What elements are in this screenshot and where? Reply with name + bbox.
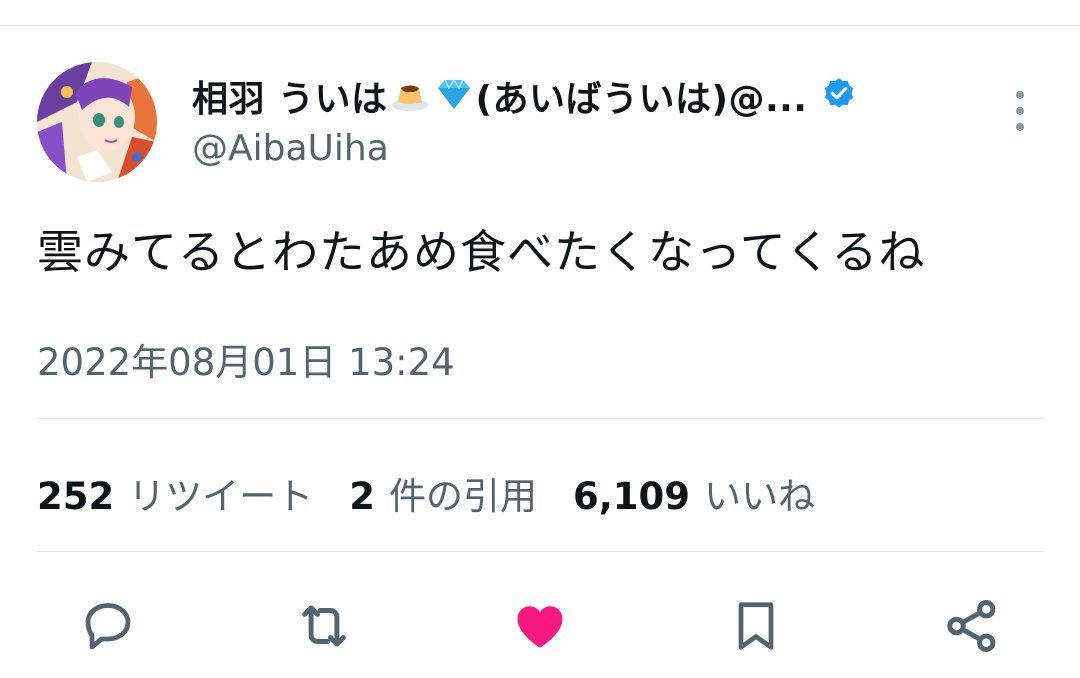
retweet-icon: [302, 605, 346, 647]
pudding-emoji: [390, 74, 430, 118]
likes-stat[interactable]: 6,109 いいね: [573, 466, 815, 520]
reply-button[interactable]: [76, 594, 140, 658]
more-options-icon[interactable]: [1008, 89, 1032, 133]
author-handle[interactable]: @AibaUiha: [192, 128, 389, 169]
retweets-label: リツイート: [128, 475, 314, 518]
tweet-timestamp[interactable]: 2022年08月01日 13:24: [37, 332, 455, 386]
like-icon: [517, 606, 563, 648]
display-name-row[interactable]: 相羽 ういは (あいばういは)@...: [192, 70, 857, 122]
share-icon: [947, 600, 996, 652]
retweets-count: 252: [37, 475, 115, 518]
quotes-label: 件の引用: [388, 475, 537, 518]
likes-count: 6,109: [572, 475, 691, 518]
display-name-suffix: (あいばういは)@...: [475, 79, 808, 120]
reply-icon: [85, 603, 131, 650]
bookmark-button[interactable]: [724, 594, 788, 658]
divider: [37, 418, 1044, 419]
display-name-prefix: 相羽 ういは: [192, 79, 388, 120]
bookmark-icon: [738, 602, 774, 650]
share-button[interactable]: [940, 594, 1004, 658]
likes-label: いいね: [704, 475, 816, 518]
avatar[interactable]: [37, 62, 157, 182]
retweets-stat[interactable]: 252 リツイート: [37, 466, 313, 520]
avatar-image: [37, 62, 157, 182]
quotes-count: 2: [349, 475, 375, 518]
retweet-button[interactable]: [292, 594, 356, 658]
tweet-text: 雲みてるとわたあめ食べたくなってくるね: [37, 225, 926, 279]
divider: [37, 551, 1044, 552]
engagement-stats: 252 リツイート 2 件の引用 6,109 いいね: [37, 466, 851, 520]
quotes-stat[interactable]: 2 件の引用: [349, 466, 537, 520]
verified-badge-icon: [821, 76, 857, 116]
gem-emoji: [434, 74, 474, 118]
like-button[interactable]: [508, 594, 572, 658]
top-divider: [0, 25, 1080, 26]
